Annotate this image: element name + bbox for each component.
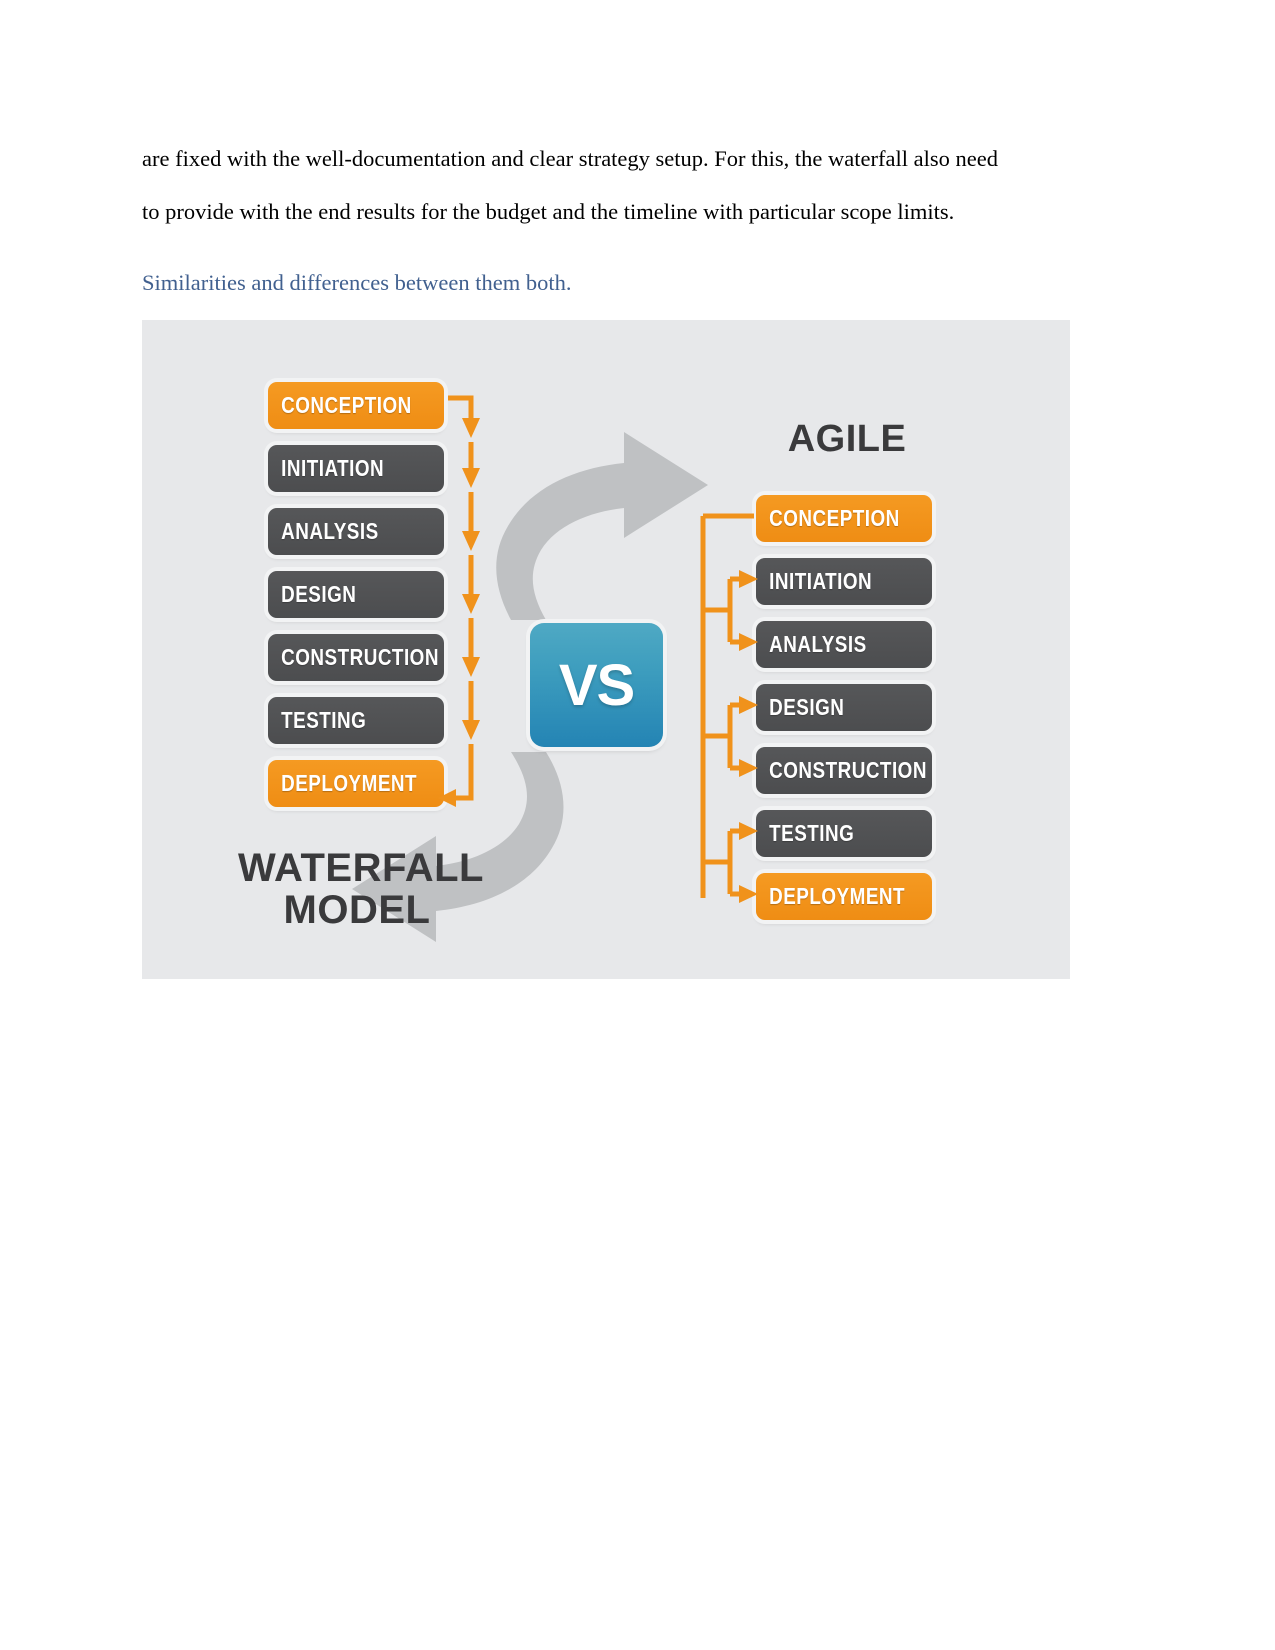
agile-stage-label: INITIATION <box>769 568 873 594</box>
agile-stage-initiation[interactable]: INITIATION <box>756 558 932 605</box>
down-arrowhead-icon <box>462 720 480 740</box>
agile-stage-conception[interactable]: CONCEPTION <box>756 495 932 542</box>
waterfall-stage-conception[interactable]: CONCEPTION <box>268 382 444 429</box>
waterfall-stage-testing[interactable]: TESTING <box>268 697 444 744</box>
waterfall-title-line1: WATERFALL <box>238 846 484 890</box>
document-text-block: are fixed with the well-documentation an… <box>142 132 1052 309</box>
down-arrowhead-icon <box>462 418 480 438</box>
waterfall-stage-label: ANALYSIS <box>281 518 379 544</box>
down-arrowhead-icon <box>462 594 480 614</box>
waterfall-stage-label: TESTING <box>281 707 367 733</box>
waterfall-stage-label: DEPLOYMENT <box>281 770 418 796</box>
agile-stage-testing[interactable]: TESTING <box>756 810 932 857</box>
waterfall-exit-hook <box>454 777 474 801</box>
waterfall-title: WATERFALL MODEL <box>238 847 483 932</box>
down-arrowhead-icon <box>462 468 480 488</box>
agile-stage-label: ANALYSIS <box>769 631 867 657</box>
waterfall-stage-construction[interactable]: CONSTRUCTION <box>268 634 444 681</box>
agile-stage-analysis[interactable]: ANALYSIS <box>756 621 932 668</box>
waterfall-stage-label: CONCEPTION <box>281 392 412 418</box>
agile-arrowheads <box>739 570 758 903</box>
waterfall-stage-label: DESIGN <box>281 581 357 607</box>
down-arrowhead-icon <box>462 531 480 551</box>
vs-badge: VS <box>530 623 663 747</box>
agile-stage-label: DEPLOYMENT <box>769 883 906 909</box>
agile-stage-label: TESTING <box>769 820 855 846</box>
section-heading: Similarities and differences between the… <box>142 270 572 295</box>
vs-label: VS <box>558 652 635 718</box>
waterfall-stage-deployment[interactable]: DEPLOYMENT <box>268 760 444 807</box>
agile-title: AGILE <box>787 418 907 460</box>
agile-stage-deployment[interactable]: DEPLOYMENT <box>756 873 932 920</box>
waterfall-stage-design[interactable]: DESIGN <box>268 571 444 618</box>
agile-stage-construction[interactable]: CONSTRUCTION <box>756 747 932 794</box>
paragraph-line-1: are fixed with the well-documentation an… <box>142 146 998 171</box>
waterfall-arrowheads <box>438 418 480 807</box>
waterfall-stage-initiation[interactable]: INITIATION <box>268 445 444 492</box>
waterfall-vs-agile-figure: CONCEPTION INITIATION ANALYSIS DESIGN CO… <box>142 320 1070 979</box>
cycle-arrow-top-icon <box>496 432 708 620</box>
waterfall-stage-label: CONSTRUCTION <box>281 644 439 670</box>
agile-stage-design[interactable]: DESIGN <box>756 684 932 731</box>
down-arrowhead-icon <box>462 657 480 677</box>
agile-stage-label: CONSTRUCTION <box>769 757 927 783</box>
waterfall-stage-analysis[interactable]: ANALYSIS <box>268 508 444 555</box>
waterfall-stage-label: INITIATION <box>281 455 385 481</box>
agile-stage-label: CONCEPTION <box>769 505 900 531</box>
waterfall-title-line2: MODEL <box>283 887 431 932</box>
agile-stage-label: DESIGN <box>769 694 845 720</box>
waterfall-entry-hook <box>448 395 474 418</box>
paragraph-line-2: to provide with the end results for the … <box>142 199 955 224</box>
